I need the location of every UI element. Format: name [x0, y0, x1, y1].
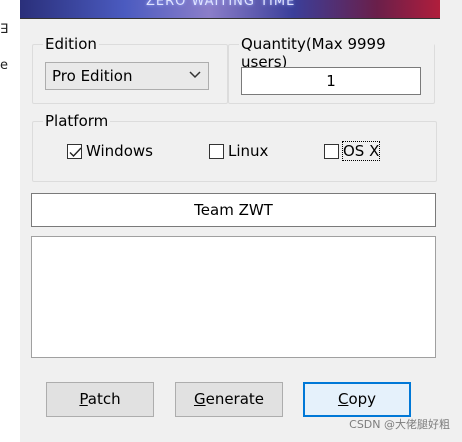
edition-selected-value: Pro Edition [52, 67, 133, 85]
windows-checkbox[interactable]: Windows [67, 142, 153, 160]
background-text-fragment: e [0, 58, 8, 73]
quantity-input[interactable]: 1 [241, 67, 421, 95]
linux-label: Linux [228, 142, 269, 160]
copy-mnemonic: C [337, 390, 349, 408]
patch-mnemonic: P [79, 390, 88, 408]
generate-button[interactable]: Generate [175, 382, 283, 417]
edition-select[interactable]: Pro Edition [45, 62, 209, 90]
osx-label: OS X [341, 141, 381, 161]
banner-image: ZERO WAITING TIME [20, 0, 440, 19]
checkbox-box [209, 143, 224, 159]
osx-checkbox[interactable]: OS X [324, 141, 381, 161]
banner-text: ZERO WAITING TIME [146, 0, 296, 9]
quantity-legend: Quantity(Max 9999 users) [239, 35, 434, 71]
platform-legend: Platform [43, 112, 111, 130]
edition-legend: Edition [43, 35, 99, 53]
background-text-fragment: ∃ [0, 22, 9, 37]
checkbox-box [324, 143, 339, 159]
watermark: CSDN @大佬腿好粗 [349, 418, 450, 431]
check-icon [69, 147, 82, 157]
patch-button[interactable]: Patch [46, 382, 154, 417]
generate-mnemonic: G [193, 390, 206, 408]
checkbox-box [67, 143, 82, 159]
generate-label-rest: enerate [205, 390, 265, 408]
name-input[interactable]: Team ZWT [31, 193, 436, 227]
copy-button[interactable]: Copy [303, 382, 411, 417]
background-window-strip: ∃ e [0, 0, 22, 442]
keygen-dialog: ZERO WAITING TIME Edition Pro Edition Qu… [20, 0, 462, 442]
serial-output-area[interactable] [31, 236, 436, 358]
windows-label: Windows [86, 142, 153, 160]
chevron-down-icon [189, 71, 201, 79]
copy-label-rest: opy [348, 390, 377, 408]
linux-checkbox[interactable]: Linux [209, 142, 268, 160]
patch-label-rest: atch [87, 390, 121, 408]
